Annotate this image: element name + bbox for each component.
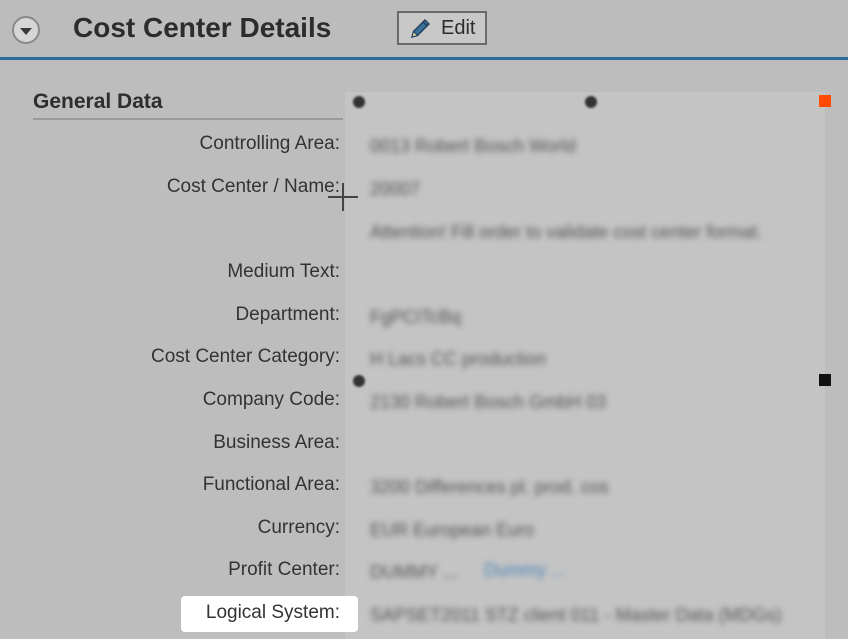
value-profit-center: DUMMY ... bbox=[370, 562, 458, 582]
label-medium-text: Medium Text: bbox=[227, 261, 340, 282]
marker-dot bbox=[353, 96, 365, 108]
marker-dot bbox=[353, 375, 365, 387]
value-currency: EUR European Euro bbox=[370, 520, 535, 540]
collapse-toggle-button[interactable] bbox=[12, 16, 40, 44]
label-currency: Currency: bbox=[257, 517, 340, 538]
label-company-code: Company Code: bbox=[202, 389, 340, 410]
edit-button-label: Edit bbox=[441, 16, 476, 39]
label-department: Department: bbox=[235, 304, 340, 325]
value-cost-center-name: Attention! Fill order to validate cost c… bbox=[370, 222, 763, 242]
label-logical-system: Logical System: bbox=[205, 602, 340, 623]
value-cost-center: 20007 bbox=[370, 179, 421, 199]
label-functional-area: Functional Area: bbox=[202, 474, 340, 495]
edit-button[interactable]: Edit bbox=[397, 11, 487, 45]
black-marker-square bbox=[819, 374, 831, 386]
profit-center-link[interactable]: Dummy ... bbox=[484, 560, 566, 581]
page-title: Cost Center Details bbox=[73, 12, 332, 43]
label-cost-center-name: Cost Center / Name: bbox=[166, 176, 340, 197]
value-controlling-area: 0013 Robert Bosch World bbox=[370, 136, 576, 156]
section-title: General Data bbox=[33, 90, 163, 113]
label-controlling-area: Controlling Area: bbox=[199, 133, 340, 154]
chevron-down-icon bbox=[20, 28, 32, 35]
crosshair-cursor-icon bbox=[328, 183, 358, 211]
value-functional-area: 3200 Differences pl. prod. cos bbox=[370, 477, 609, 497]
marker-dot bbox=[585, 96, 597, 108]
value-company-code: 2130 Robert Bosch GmbH 03 bbox=[370, 392, 607, 412]
label-business-area: Business Area: bbox=[213, 432, 340, 453]
label-cost-center-category: Cost Center Category: bbox=[150, 346, 340, 367]
value-department: FgPCITcBq bbox=[370, 307, 462, 327]
page-header: Cost Center Details Edit bbox=[0, 0, 848, 60]
value-logical-system: SAPSET2011 STZ client 011 - Master Data … bbox=[370, 605, 782, 625]
value-cost-center-category: H Lacs CC production bbox=[370, 349, 547, 369]
section-divider bbox=[33, 118, 343, 120]
label-profit-center: Profit Center: bbox=[228, 559, 340, 580]
pencil-icon bbox=[411, 19, 430, 38]
orange-marker-square bbox=[819, 95, 831, 107]
